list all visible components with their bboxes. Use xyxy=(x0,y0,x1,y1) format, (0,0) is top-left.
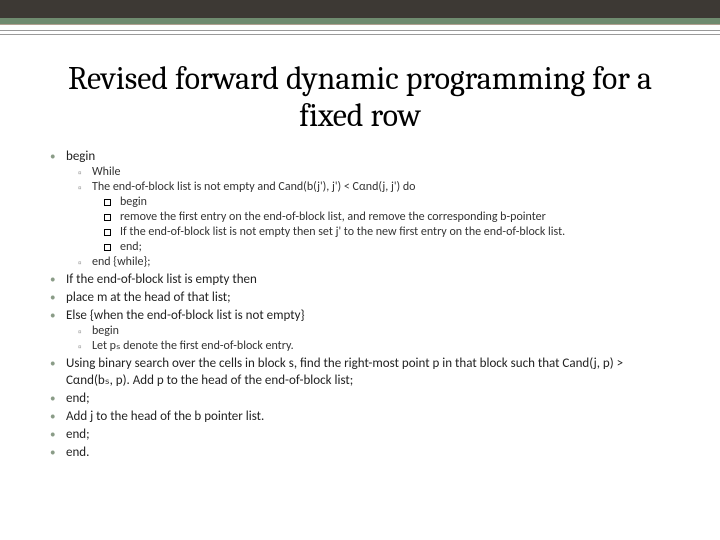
sublist-item: begin xyxy=(78,324,672,339)
list-item-text: end; xyxy=(66,391,90,406)
list-item: beginWhileThe end-of-block list is not e… xyxy=(48,148,672,270)
list-item: place m at the head of that list; xyxy=(48,289,672,306)
list-item-text: Else {when the end-of-block list is not … xyxy=(66,308,305,323)
sublist-item-text: The end-of-block list is not empty and C… xyxy=(92,180,415,194)
list-item-text: Using binary search over the cells in bl… xyxy=(66,356,623,388)
sublist-item: end {while}; xyxy=(78,255,672,270)
list-item: end. xyxy=(48,444,672,461)
list-item: Add j to the head of the b pointer list. xyxy=(48,408,672,425)
sublist-item-text: Let pₛ denote the first end-of-block ent… xyxy=(92,339,294,353)
list-item-text: If the end-of-block list is empty then xyxy=(66,272,257,287)
list-item-text: end. xyxy=(66,445,89,460)
slide-title: Revised forward dynamic programming for … xyxy=(48,60,672,134)
list-item-text: begin xyxy=(66,149,95,164)
list-item: end; xyxy=(48,426,672,443)
square-bullet-line: end; xyxy=(104,240,672,255)
sublist-item: The end-of-block list is not empty and C… xyxy=(78,180,672,255)
list-item: end; xyxy=(48,390,672,407)
list-item-text: place m at the head of that list; xyxy=(66,290,231,305)
sublist-item-text: While xyxy=(92,165,120,179)
list-item: Using binary search over the cells in bl… xyxy=(48,355,672,389)
sublist: beginLet pₛ denote the first end-of-bloc… xyxy=(66,324,672,354)
square-bullet-block: beginremove the first entry on the end-o… xyxy=(92,195,672,255)
sublist-item-text: end {while}; xyxy=(92,255,150,269)
slide-body: Revised forward dynamic programming for … xyxy=(48,60,672,520)
decorative-top-band xyxy=(0,0,720,25)
content-list: beginWhileThe end-of-block list is not e… xyxy=(48,148,672,461)
square-bullet-line: begin xyxy=(104,195,672,210)
list-item-text: end; xyxy=(66,427,90,442)
square-bullet-line: remove the first entry on the end-of-blo… xyxy=(104,210,672,225)
list-item: Else {when the end-of-block list is not … xyxy=(48,307,672,354)
decorative-rule xyxy=(0,30,720,36)
sublist-item: Let pₛ denote the first end-of-block ent… xyxy=(78,339,672,354)
sublist-item-text: begin xyxy=(92,324,119,338)
square-bullet-line: If the end-of-block list is not empty th… xyxy=(104,225,672,240)
list-item-text: Add j to the head of the b pointer list. xyxy=(66,409,264,424)
list-item: If the end-of-block list is empty then xyxy=(48,271,672,288)
sublist: WhileThe end-of-block list is not empty … xyxy=(66,165,672,270)
sublist-item: While xyxy=(78,165,672,180)
